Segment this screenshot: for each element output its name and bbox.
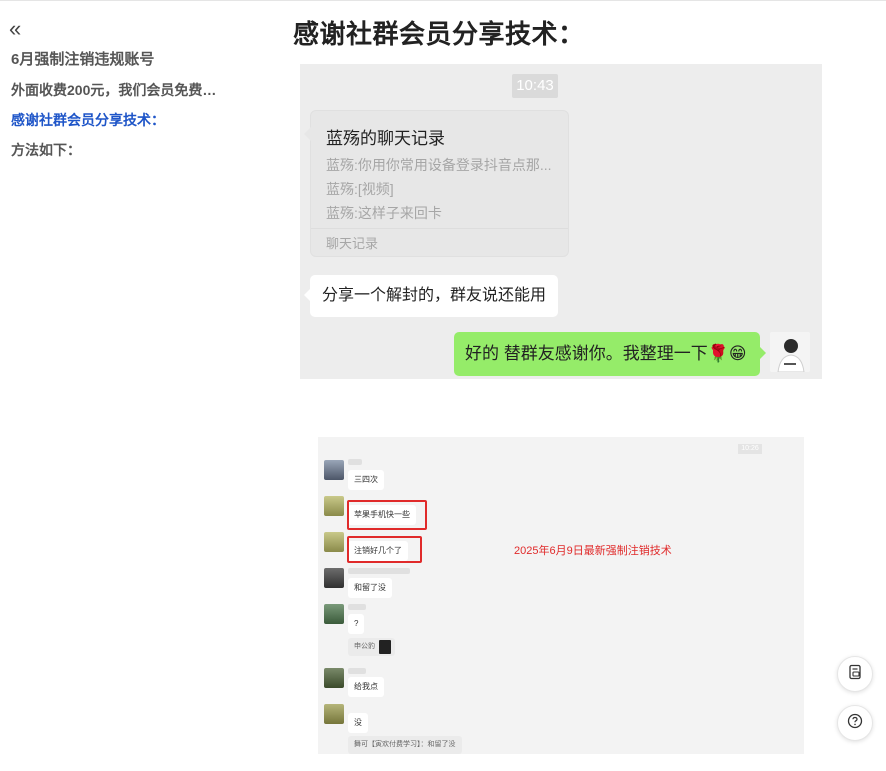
blurred-name	[348, 568, 410, 574]
chat-record-title: 蓝殇的聊天记录	[326, 129, 445, 148]
blurred-name	[348, 668, 366, 674]
blurred-avatar	[324, 704, 344, 724]
chat-message: 三四次	[348, 470, 384, 490]
collapse-sidebar-icon[interactable]: «	[9, 18, 22, 40]
toc-item-4[interactable]: 方法如下：	[11, 140, 281, 170]
incoming-message: 分享一个解封的，群友说还能用	[303, 275, 559, 317]
top-border	[0, 0, 886, 1]
chat-message: 给我点	[348, 677, 384, 697]
help-icon	[847, 713, 863, 734]
video-caption: 申公豹	[354, 643, 375, 650]
blurred-avatar	[324, 568, 344, 588]
chat-record-line: 蓝殇:[视频]	[326, 181, 394, 197]
chat-record-card: 蓝殇的聊天记录 蓝殇:你用你常用设备登录抖音点那... 蓝殇:[视频] 蓝殇:这…	[304, 110, 569, 257]
chat-screenshot-1: 10:43 蓝殇的聊天记录 蓝殇:你用你常用设备登录抖音点那... 蓝殇:[视频…	[300, 64, 822, 379]
chat-time: 10:26	[738, 444, 762, 454]
avatar	[770, 332, 810, 372]
toc-item-3-active[interactable]: 感谢社群会员分享技术：	[11, 110, 281, 140]
chat-record-line: 蓝殇:你用你常用设备登录抖音点那...	[326, 157, 552, 173]
highlight-box	[347, 500, 427, 530]
quoted-message: 舞可【寅欢付费学习】：和留了没	[348, 736, 462, 754]
video-play-icon	[379, 640, 391, 654]
section-heading: 感谢社群会员分享技术：	[293, 20, 585, 50]
chat-time: 10:43	[512, 74, 558, 98]
chat-message: 没	[348, 713, 368, 733]
blurred-name	[348, 604, 366, 610]
blurred-avatar	[324, 460, 344, 480]
chat-message: ?	[348, 614, 365, 634]
toc-item-2[interactable]: 外面收费200元，我们会员免费…	[11, 80, 281, 110]
video-message: 申公豹	[348, 638, 395, 656]
feedback-icon	[847, 664, 863, 685]
feedback-button[interactable]	[837, 656, 873, 692]
chat-screenshot-2: 10:26 三四次 苹果手机快一些 注销好几个了 2025年6月9日最新强制注销…	[318, 437, 804, 754]
blurred-name	[348, 459, 362, 465]
chat-message: 和留了没	[348, 578, 392, 598]
blurred-avatar	[324, 668, 344, 688]
blurred-avatar	[324, 604, 344, 624]
table-of-contents: 6月强制注销违规账号 外面收费200元，我们会员免费… 感谢社群会员分享技术： …	[11, 50, 281, 170]
toc-item-1[interactable]: 6月强制注销违规账号	[11, 50, 281, 80]
highlight-box	[347, 536, 422, 563]
chat-record-divider	[311, 228, 568, 229]
blurred-avatar	[324, 532, 344, 552]
help-button[interactable]	[837, 705, 873, 741]
chat-record-line: 蓝殇:这样子来回卡	[326, 205, 442, 221]
blurred-avatar	[324, 496, 344, 516]
annotation-text: 2025年6月9日最新强制注销技术	[514, 545, 672, 557]
chat-record-footer: 聊天记录	[326, 236, 379, 251]
outgoing-message: 好的 替群友感谢你。我整理一下🌹😁	[454, 332, 766, 376]
